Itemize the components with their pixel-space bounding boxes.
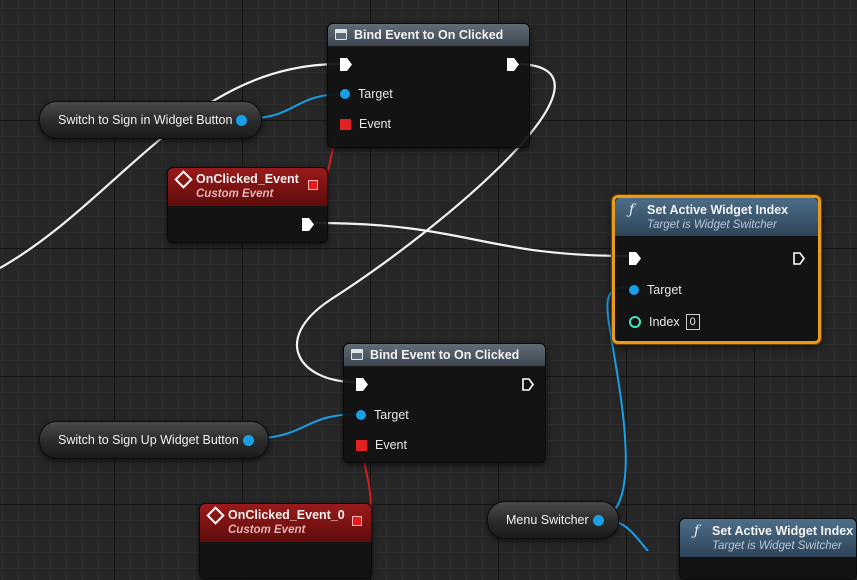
- node-header[interactable]: ƒ Set Active Widget Index Target is Widg…: [680, 519, 856, 557]
- pin-label: Event: [375, 438, 407, 452]
- bind-event-node[interactable]: Bind Event to On Clicked Target Event: [343, 343, 546, 463]
- function-icon: ƒ: [694, 523, 700, 539]
- variable-node-signup-button[interactable]: Switch to Sign Up Widget Button: [39, 421, 269, 459]
- target-pin[interactable]: Target: [340, 87, 393, 101]
- exec-out-pin[interactable]: [302, 218, 314, 231]
- node-subtitle: Target is Widget Switcher: [712, 540, 842, 552]
- target-pin[interactable]: Target: [629, 283, 682, 297]
- node-title: OnClicked_Event_0: [228, 508, 345, 522]
- object-pin-icon[interactable]: [593, 515, 604, 526]
- set-active-widget-index-node[interactable]: ƒ Set Active Widget Index Target is Widg…: [679, 518, 857, 580]
- target-pin[interactable]: Target: [356, 408, 409, 422]
- custom-event-node[interactable]: OnClicked_Event_0 Custom Event: [199, 503, 372, 579]
- bind-node-icon: [351, 349, 363, 360]
- variable-node-signin-button[interactable]: Switch to Sign in Widget Button: [39, 101, 262, 139]
- variable-label: Switch to Sign Up Widget Button: [58, 433, 239, 447]
- exec-pin-icon: [302, 218, 314, 231]
- delegate-pin-icon[interactable]: [352, 516, 362, 526]
- exec-wire: [313, 221, 631, 258]
- node-title: Set Active Widget Index: [712, 524, 854, 538]
- exec-pin-icon: [356, 378, 368, 391]
- node-subtitle: Custom Event: [228, 524, 306, 536]
- object-pin-icon[interactable]: [243, 435, 254, 446]
- variable-label: Menu Switcher: [506, 513, 589, 527]
- custom-event-node[interactable]: OnClicked_Event Custom Event: [167, 167, 328, 243]
- node-header[interactable]: ƒ Set Active Widget Index Target is Widg…: [615, 198, 818, 236]
- exec-pin-icon: [793, 252, 805, 265]
- function-icon: ƒ: [629, 202, 635, 218]
- event-pin[interactable]: Event: [340, 117, 391, 131]
- exec-pin-icon: [629, 252, 641, 265]
- index-input[interactable]: 0: [685, 314, 700, 330]
- exec-out-pin[interactable]: [522, 378, 534, 391]
- node-title: OnClicked_Event: [196, 172, 299, 186]
- integer-pin-icon: [629, 316, 641, 328]
- pin-label: Target: [647, 283, 682, 297]
- exec-pin-icon: [507, 58, 519, 71]
- pin-label: Target: [358, 87, 393, 101]
- exec-out-pin[interactable]: [507, 58, 519, 71]
- node-header[interactable]: OnClicked_Event Custom Event: [168, 168, 327, 206]
- event-pin[interactable]: Event: [356, 438, 407, 452]
- node-header[interactable]: Bind Event to On Clicked: [344, 344, 545, 366]
- bind-event-node[interactable]: Bind Event to On Clicked Target Event: [327, 23, 530, 148]
- exec-in-pin[interactable]: [340, 58, 352, 71]
- variable-node-menu-switcher[interactable]: Menu Switcher: [487, 501, 619, 539]
- node-subtitle: Target is Widget Switcher: [647, 219, 777, 231]
- bind-node-icon: [335, 29, 347, 40]
- node-header[interactable]: OnClicked_Event_0 Custom Event: [200, 504, 371, 542]
- event-diamond-icon: [174, 170, 193, 189]
- node-title: Bind Event to On Clicked: [370, 348, 520, 362]
- node-title: Set Active Widget Index: [647, 203, 789, 217]
- pin-label: Index: [649, 315, 680, 329]
- object-pin-icon: [356, 410, 366, 420]
- index-pin[interactable]: Index 0: [629, 314, 700, 330]
- object-pin-icon[interactable]: [236, 115, 247, 126]
- node-header[interactable]: Bind Event to On Clicked: [328, 24, 529, 46]
- exec-pin-icon: [340, 58, 352, 71]
- set-active-widget-index-node[interactable]: ƒ Set Active Widget Index Target is Widg…: [612, 195, 821, 344]
- exec-in-pin[interactable]: [356, 378, 368, 391]
- exec-pin-icon: [522, 378, 534, 391]
- object-pin-icon: [340, 89, 350, 99]
- exec-out-pin[interactable]: [793, 252, 805, 265]
- node-subtitle: Custom Event: [196, 188, 274, 200]
- delegate-pin-icon: [356, 439, 367, 451]
- pin-label: Event: [359, 117, 391, 131]
- object-pin-icon: [629, 285, 639, 295]
- delegate-pin-icon[interactable]: [308, 180, 318, 190]
- node-title: Bind Event to On Clicked: [354, 28, 504, 42]
- variable-label: Switch to Sign in Widget Button: [58, 113, 233, 127]
- event-diamond-icon: [206, 506, 225, 525]
- exec-in-pin[interactable]: [629, 252, 641, 265]
- delegate-pin-icon: [340, 118, 351, 130]
- pin-label: Target: [374, 408, 409, 422]
